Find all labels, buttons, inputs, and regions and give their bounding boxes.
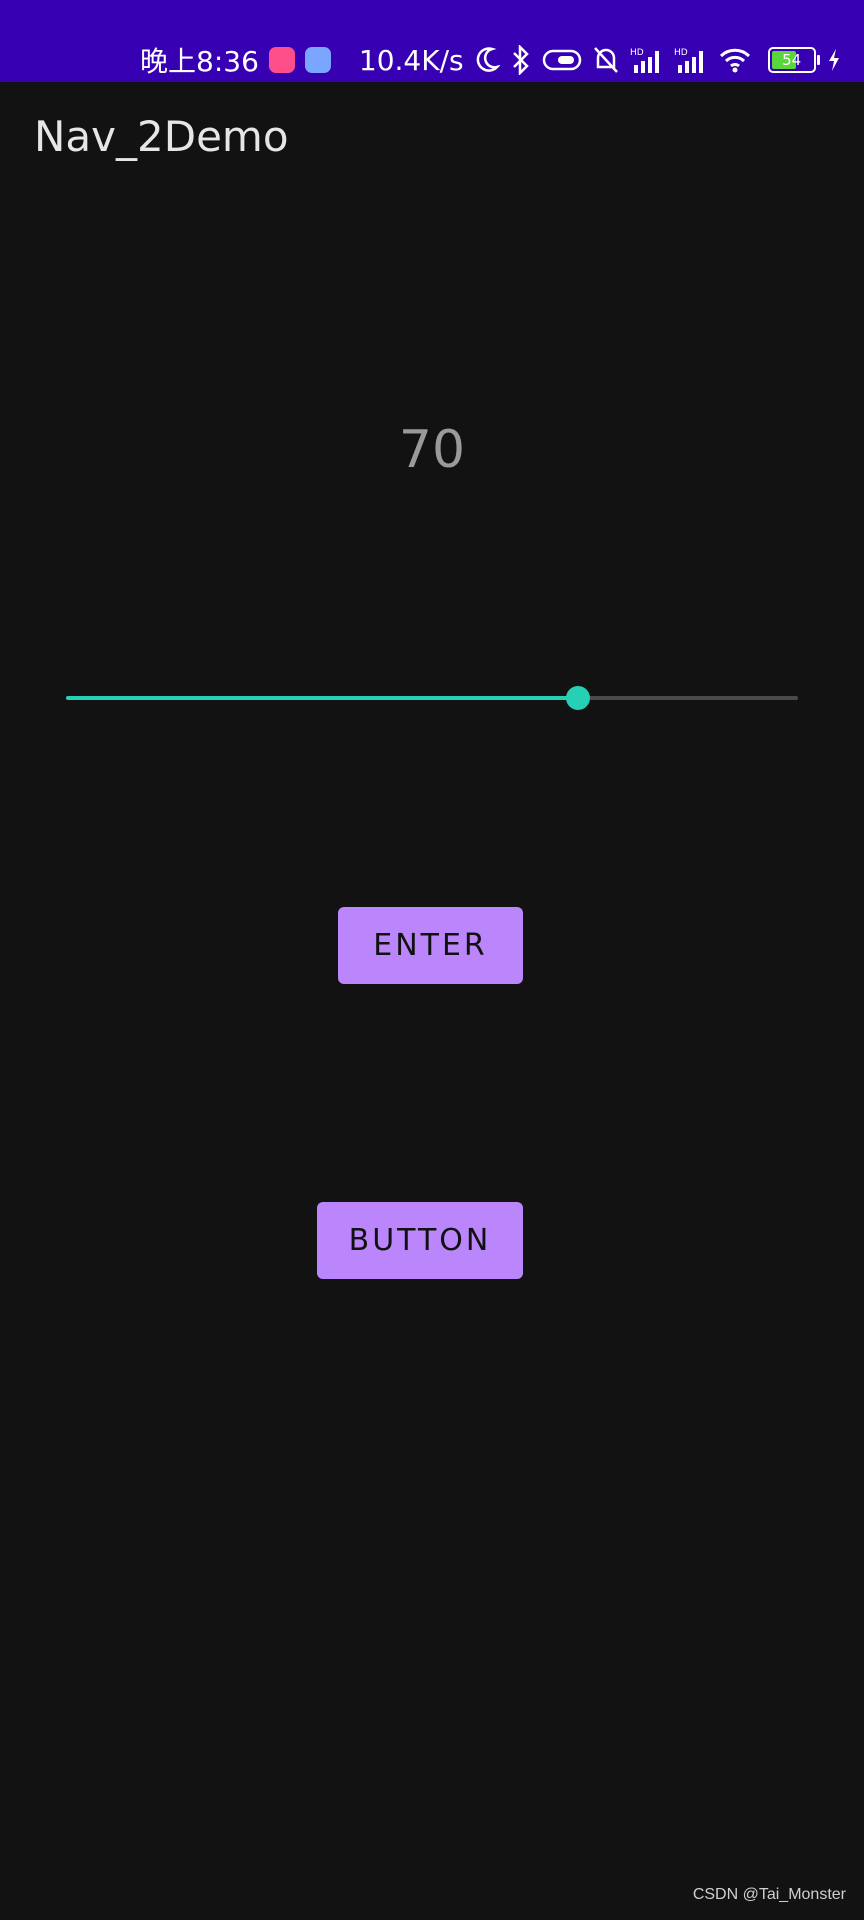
battery-icon: 54 — [767, 47, 820, 73]
battery-level: 54 — [782, 51, 802, 69]
signal-hd-icon: HD — [630, 42, 664, 78]
network-speed: 10.4K/s — [358, 43, 464, 77]
slider-active-track — [66, 696, 579, 700]
status-time: 晚上8:36 — [140, 45, 259, 78]
app-icon — [304, 47, 331, 73]
status-bar: 晚上8:36 10.4K/s HD HD 54 — [0, 0, 864, 82]
charging-icon — [826, 42, 842, 78]
bilibili-app-icon — [268, 47, 295, 73]
value-slider[interactable] — [66, 682, 798, 714]
enter-button[interactable]: ENTER — [338, 907, 523, 984]
wifi-icon — [718, 42, 752, 78]
app-title: Nav_2Demo — [34, 112, 289, 161]
button-button[interactable]: BUTTON — [317, 1202, 523, 1279]
bluetooth-icon — [510, 42, 532, 78]
signal-hd-icon: HD — [674, 42, 708, 78]
watermark: CSDN @Tai_Monster — [692, 1886, 846, 1903]
slider-value-text: 70 — [398, 420, 466, 480]
svg-text:HD: HD — [630, 48, 644, 58]
moon-icon — [474, 42, 500, 78]
svg-text:HD: HD — [674, 48, 688, 58]
status-bar-row: 晚上8:36 10.4K/s HD HD 54 — [140, 42, 842, 78]
bell-mute-icon — [592, 42, 620, 78]
toggle-icon — [542, 42, 582, 78]
slider-thumb[interactable] — [566, 686, 591, 710]
